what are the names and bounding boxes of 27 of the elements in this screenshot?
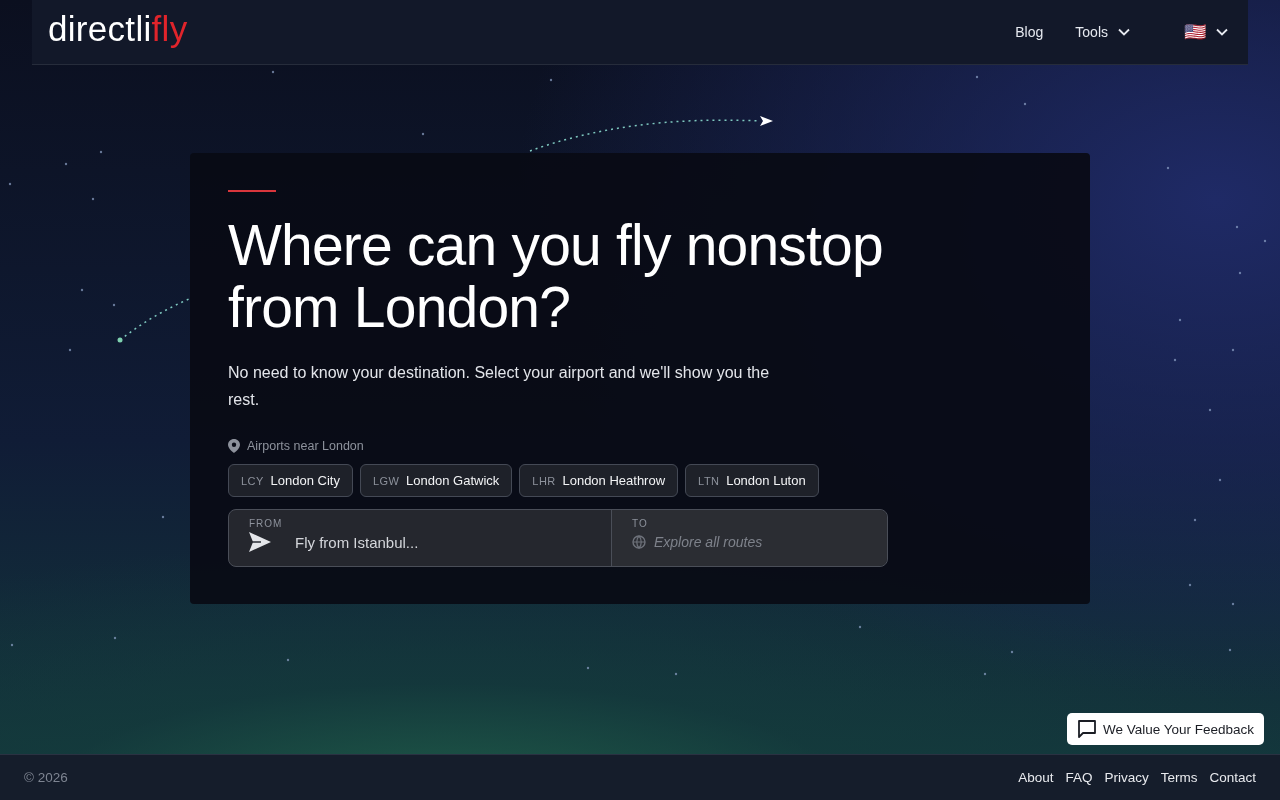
chevron-down-icon (1118, 28, 1130, 36)
footer-link[interactable]: FAQ (1065, 770, 1093, 785)
chevron-down-icon (1216, 28, 1228, 36)
airport-chip[interactable]: LTN London Luton (685, 464, 819, 497)
copyright-text: © 2026 (24, 770, 68, 785)
to-input[interactable]: Explore all routes (654, 534, 854, 550)
feedback-button[interactable]: We Value Your Feedback (1066, 713, 1264, 745)
from-input[interactable]: Fly from Istanbul... (295, 533, 545, 551)
footer-link[interactable]: Terms (1160, 770, 1198, 785)
logo[interactable]: directlifly (48, 9, 188, 55)
chat-bubble-icon (1076, 719, 1097, 739)
footer-link[interactable]: Contact (1209, 770, 1256, 785)
from-label: FROM (249, 518, 284, 529)
airport-chip[interactable]: LCY London City (228, 464, 353, 497)
hero-subtitle: No need to know your destination. Select your airport and we'll show you the rest. (228, 363, 771, 410)
footer-link[interactable]: About (1018, 770, 1054, 785)
footer-link[interactable]: Privacy (1104, 770, 1149, 785)
airport-chip[interactable]: LHR London Heathrow (519, 464, 679, 497)
paper-plane-icon (249, 532, 271, 552)
airports-label: Airports near London (247, 439, 364, 453)
nav-dropdown[interactable]: Tools (1071, 20, 1134, 44)
to-label: TO (632, 518, 649, 529)
globe-icon (632, 535, 646, 549)
hero-title: Where can you fly nonstop from London? (228, 214, 884, 338)
airport-chip[interactable]: LGW London Gatwick (359, 464, 513, 497)
nav-link[interactable]: Blog (1015, 24, 1044, 40)
location-pin-icon (228, 439, 240, 453)
